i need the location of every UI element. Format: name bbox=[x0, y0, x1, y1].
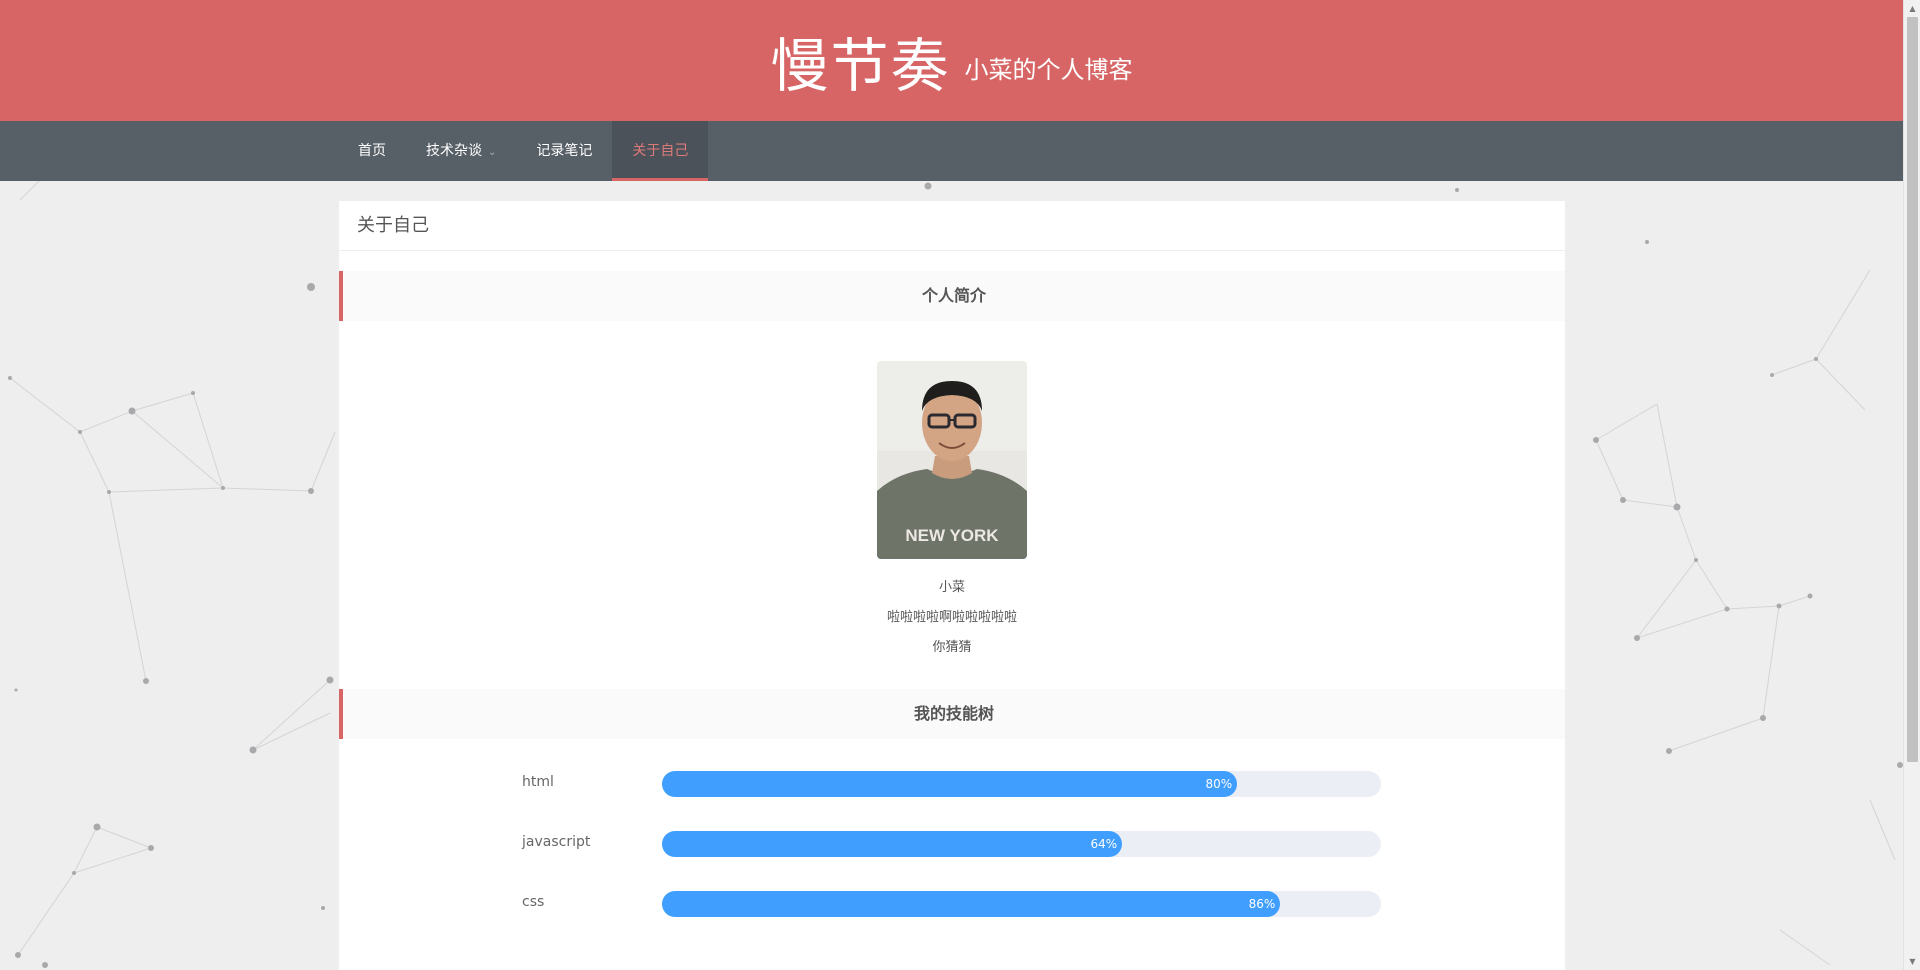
nav-item-about[interactable]: 关于自己 bbox=[612, 121, 709, 181]
nav-item-home[interactable]: 首页 bbox=[338, 121, 406, 181]
page-scrollbar[interactable]: ▲ ▼ bbox=[1903, 0, 1920, 970]
nav-item-label: 技术杂谈 bbox=[426, 143, 482, 159]
skill-name: html bbox=[522, 774, 554, 790]
skill-row: javascript 64% bbox=[339, 831, 1565, 857]
nav-item-label: 首页 bbox=[358, 143, 386, 159]
scroll-up-arrow-icon[interactable]: ▲ bbox=[1904, 0, 1920, 17]
skill-progress-track: 86% bbox=[662, 891, 1381, 917]
avatar: NEW YORK bbox=[877, 361, 1027, 559]
profile-extra: 你猜猜 bbox=[932, 640, 972, 655]
intro-section-heading: 个人简介 bbox=[339, 271, 1565, 321]
nav-item-label: 记录笔记 bbox=[536, 143, 593, 159]
about-card: 关于自己 个人简介 NEW YORK 小菜 啦啦啦啦啊啦啦啦啦啦 你猜猜 我的技… bbox=[339, 201, 1565, 970]
skill-progress-track: 80% bbox=[662, 771, 1381, 797]
chevron-down-icon: ⌄ bbox=[488, 147, 497, 158]
main-nav: 首页 技术杂谈 ⌄ 记录笔记 关于自己 bbox=[0, 121, 1903, 181]
scrollbar-thumb[interactable] bbox=[1907, 17, 1918, 762]
nav-item-notes[interactable]: 记录笔记 bbox=[516, 121, 612, 181]
nav-item-label: 关于自己 bbox=[632, 143, 689, 159]
page-title: 关于自己 bbox=[339, 201, 1565, 251]
page: 慢节奏 小菜的个人博客 首页 技术杂谈 ⌄ 记录笔记 关于自己 关于自己 个人简介 bbox=[0, 0, 1920, 970]
profile-name: 小菜 bbox=[938, 580, 965, 595]
site-subtitle: 小菜的个人博客 bbox=[964, 56, 1133, 84]
site-title[interactable]: 慢节奏 bbox=[770, 19, 950, 103]
skill-name: css bbox=[522, 894, 545, 910]
avatar-shirt-text: NEW YORK bbox=[905, 526, 999, 545]
skill-progress-bar: 86% bbox=[662, 891, 1281, 917]
skill-progress-bar: 64% bbox=[662, 831, 1123, 857]
skill-name: javascript bbox=[522, 834, 591, 850]
skill-progress-track: 64% bbox=[662, 831, 1381, 857]
skills-section-heading: 我的技能树 bbox=[339, 689, 1565, 739]
profile-motto: 啦啦啦啦啊啦啦啦啦啦 bbox=[886, 610, 1017, 625]
nav-item-tech[interactable]: 技术杂谈 ⌄ bbox=[406, 121, 516, 181]
scroll-down-arrow-icon[interactable]: ▼ bbox=[1904, 953, 1920, 970]
skill-row: css 86% bbox=[339, 891, 1565, 917]
site-header: 慢节奏 小菜的个人博客 bbox=[0, 0, 1903, 121]
skill-progress-bar: 80% bbox=[662, 771, 1238, 797]
skill-row: html 80% bbox=[339, 771, 1565, 797]
